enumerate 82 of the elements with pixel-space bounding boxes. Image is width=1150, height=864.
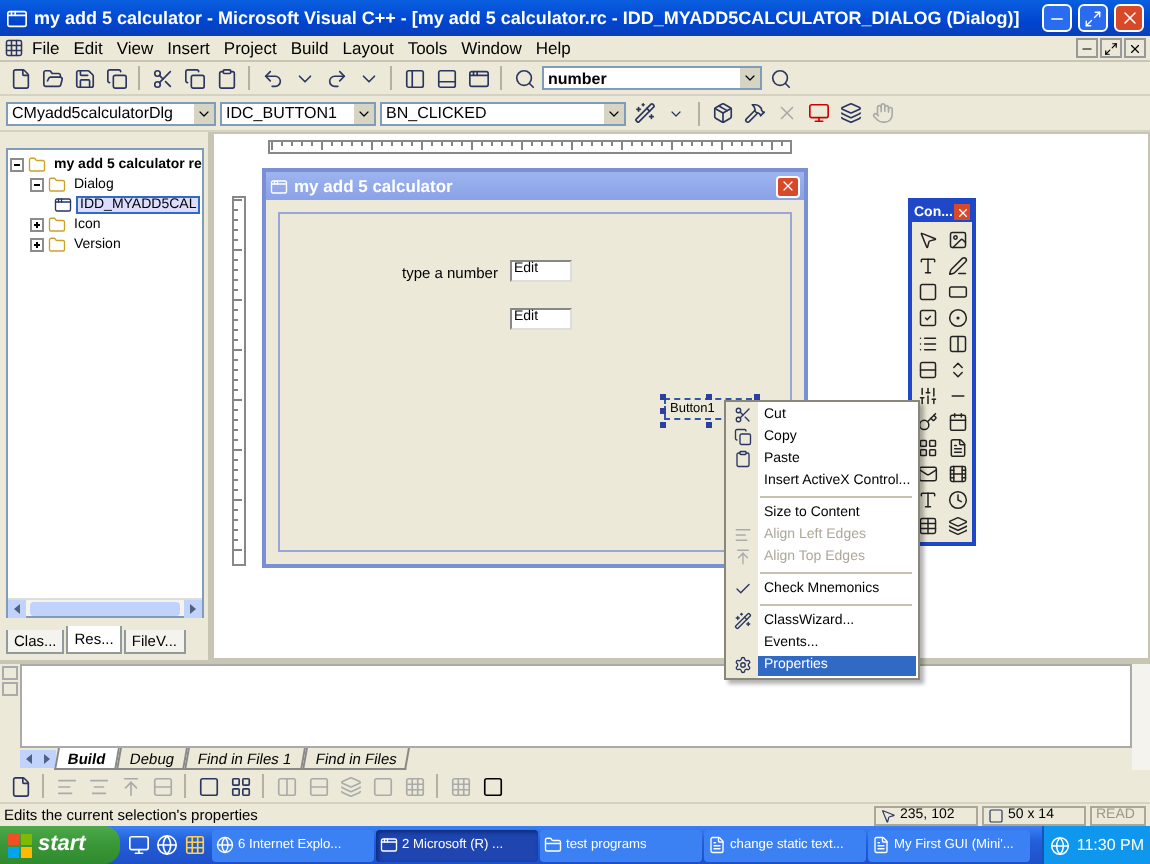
close-icon[interactable] (1119, 8, 1139, 28)
left-arrow-icon (12, 603, 22, 613)
copy-icon[interactable] (734, 428, 752, 446)
properties-icon[interactable] (734, 656, 752, 674)
minimize-button[interactable] (1076, 38, 1098, 58)
checkbox-icon[interactable] (917, 307, 937, 327)
restore-button[interactable] (1100, 38, 1122, 58)
wand-icon[interactable] (734, 612, 752, 630)
rectangle-icon[interactable] (947, 281, 967, 301)
key-icon[interactable] (917, 411, 937, 431)
wizard-combo[interactable]: BN_CLICKED (380, 101, 626, 125)
cut-icon[interactable] (734, 406, 752, 424)
text-icon[interactable] (917, 255, 937, 275)
check-icon[interactable] (734, 580, 752, 598)
menu-item[interactable]: View (110, 38, 160, 58)
resize-handle[interactable] (706, 394, 712, 400)
document-icon[interactable] (947, 437, 967, 457)
menu-item[interactable]: Insert (161, 38, 216, 58)
tab-left-button[interactable] (20, 750, 38, 768)
paste-icon[interactable] (734, 450, 752, 468)
pen-icon[interactable] (947, 255, 967, 275)
resize-handle[interactable] (660, 394, 666, 400)
cursor-icon[interactable] (880, 807, 896, 823)
flag-icon (8, 833, 32, 857)
horizontal-scrollbar[interactable] (8, 598, 202, 616)
menu-item[interactable]: Build (284, 38, 335, 58)
layers-icon[interactable] (947, 515, 967, 535)
clock: 11:30 PM (1076, 836, 1144, 854)
menu-item[interactable]: Project (217, 38, 283, 58)
left-arrow-icon (24, 754, 34, 764)
pointer-icon[interactable] (917, 229, 937, 249)
expand-icon[interactable] (30, 218, 44, 232)
menu-item[interactable]: File (26, 38, 66, 58)
start-button[interactable]: start (0, 826, 120, 864)
maximize-button[interactable] (1078, 4, 1108, 32)
scroll-left-button[interactable] (8, 599, 26, 617)
maximize-icon[interactable] (1084, 9, 1102, 27)
resize-handle[interactable] (660, 408, 666, 414)
rows-icon[interactable] (917, 359, 937, 379)
clock-icon[interactable] (947, 489, 967, 509)
tab-right-button[interactable] (38, 750, 56, 768)
menu-item[interactable]: Tools (401, 38, 454, 58)
spinner-icon[interactable] (947, 359, 967, 379)
collapse-icon[interactable] (30, 178, 44, 192)
window-title: my add 5 calculator - Microsoft Visual C++ - [my add 5 calculator.rc - IDD_MYADD5CALCULATOR_DIALOG (Dialog)] (34, 8, 1022, 28)
right-arrow-icon (188, 603, 198, 613)
menu-item[interactable]: Help (529, 38, 577, 58)
image-icon[interactable] (947, 229, 967, 249)
network-icon[interactable] (1050, 835, 1071, 855)
grid-icon[interactable] (917, 437, 937, 457)
menu-item[interactable]: Layout (336, 38, 400, 58)
right-arrow-icon (42, 754, 52, 764)
wizard-combo[interactable]: CMyadd5calculatorDlg (6, 101, 216, 125)
radio-icon[interactable] (947, 307, 967, 327)
resize-handle[interactable] (754, 394, 760, 400)
slider-icon[interactable] (917, 385, 937, 405)
expand-icon[interactable] (30, 238, 44, 252)
dialog-icon[interactable] (54, 196, 72, 214)
menu-item[interactable]: Edit (67, 38, 109, 58)
window-icon[interactable] (380, 836, 398, 854)
table-icon[interactable] (917, 515, 937, 535)
wizard-combo[interactable]: IDC_BUTTON1 (220, 101, 376, 125)
square-icon[interactable] (917, 281, 937, 301)
size-icon[interactable] (988, 807, 1004, 823)
film-icon[interactable] (947, 463, 967, 483)
dialog-title: my add 5 calculator (294, 176, 455, 196)
resize-handle[interactable] (660, 422, 666, 428)
app-icon[interactable] (6, 7, 28, 29)
calendar-icon[interactable] (947, 411, 967, 431)
close-icon (1128, 41, 1142, 55)
collapse-icon[interactable] (10, 158, 24, 172)
text-icon[interactable] (917, 489, 937, 509)
vertical-scrollbar[interactable] (1132, 664, 1150, 770)
find-combo[interactable]: number (542, 66, 762, 90)
globe-icon[interactable] (216, 836, 234, 854)
envelope-icon[interactable] (917, 463, 937, 483)
restore-icon (1104, 41, 1118, 55)
resize-handle[interactable] (706, 422, 712, 428)
columns-icon[interactable] (947, 333, 967, 353)
menu-item[interactable]: Window (455, 38, 528, 58)
scroll-right-button[interactable] (184, 599, 202, 617)
close-button[interactable] (1124, 38, 1146, 58)
